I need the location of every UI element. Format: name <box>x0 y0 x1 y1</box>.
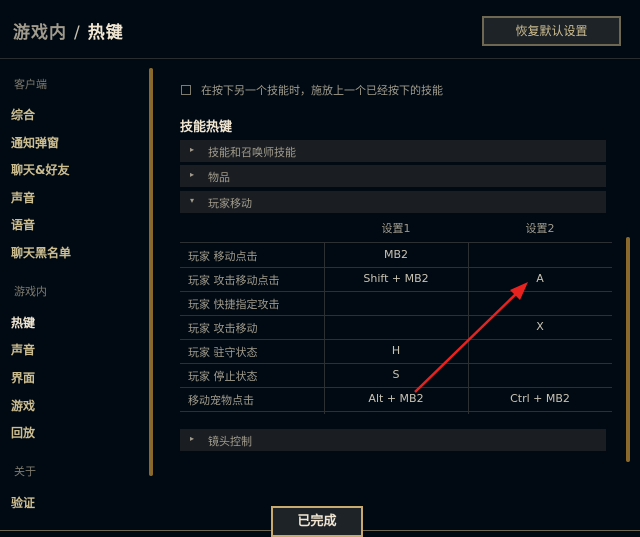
column-header-setting1: 设置1 <box>381 222 411 235</box>
sidebar-item-hotkeys[interactable]: 热键 <box>11 314 35 331</box>
key-slot-1[interactable]: S <box>324 368 468 381</box>
section-title: 技能热键 <box>180 120 233 135</box>
table-row: 玩家 攻击移动 X <box>180 315 612 340</box>
row-name: 玩家 攻击移动 <box>188 322 258 335</box>
key-slot-1[interactable]: Alt + MB2 <box>324 392 468 405</box>
sidebar-item-game[interactable]: 游戏 <box>11 397 35 414</box>
sidebar-item-blocklist[interactable]: 聊天黑名单 <box>11 244 71 261</box>
restore-defaults-button[interactable]: 恢复默认设置 <box>482 16 621 46</box>
table-row: 玩家 攻击移动点击 Shift + MB2 A <box>180 267 612 292</box>
breadcrumb-separator: / <box>74 23 81 43</box>
row-name: 移动宠物点击 <box>188 394 254 407</box>
key-slot-2[interactable]: A <box>468 272 612 285</box>
key-slot-1[interactable]: H <box>324 344 468 357</box>
breadcrumb: 游戏内 / 热键 <box>13 18 124 43</box>
key-slot-2[interactable]: X <box>468 320 612 333</box>
sidebar: 客户端 综合 通知弹窗 聊天&好友 声音 语音 聊天黑名单 游戏内 热键 声音 … <box>0 66 150 510</box>
sidebar-item-client-sound[interactable]: 声音 <box>11 189 35 206</box>
quick-cast-label: 在按下另一个技能时，施放上一个已经按下的技能 <box>201 84 443 97</box>
key-slot-1[interactable]: Shift + MB2 <box>324 272 468 285</box>
sidebar-scrollbar[interactable] <box>149 68 153 476</box>
page-title: 热键 <box>87 23 124 43</box>
accordion-label: 玩家移动 <box>208 197 252 210</box>
accordion-label: 镜头控制 <box>208 435 252 448</box>
accordion-player-movement[interactable]: ▾ 玩家移动 <box>180 191 606 213</box>
chevron-right-icon: ▸ <box>190 170 195 179</box>
table-row: 玩家 快捷指定攻击 <box>180 291 612 316</box>
row-name: 玩家 停止状态 <box>188 370 258 383</box>
row-name: 玩家 攻击移动点击 <box>188 274 280 287</box>
key-slot-2[interactable]: Ctrl + MB2 <box>468 392 612 405</box>
sidebar-item-notifications[interactable]: 通知弹窗 <box>11 134 59 151</box>
table-row: 玩家 移动点击 MB2 <box>180 243 612 268</box>
row-name: 玩家 驻守状态 <box>188 346 258 359</box>
sidebar-group-client: 客户端 <box>14 78 47 91</box>
hotkeys-panel: 在按下另一个技能时，施放上一个已经按下的技能 技能热键 ▸ 技能和召唤师技能 ▸… <box>170 66 620 486</box>
accordion-camera-control[interactable]: ▸ 镜头控制 <box>180 429 606 451</box>
breadcrumb-parent[interactable]: 游戏内 <box>13 23 67 43</box>
table-row: 玩家 驻守状态 H <box>180 339 612 364</box>
chevron-down-icon: ▾ <box>190 196 195 205</box>
sidebar-item-chat-friends[interactable]: 聊天&好友 <box>11 161 69 178</box>
accordion-items[interactable]: ▸ 物品 <box>180 165 606 187</box>
sidebar-item-verification[interactable]: 验证 <box>11 494 35 511</box>
sidebar-item-general[interactable]: 综合 <box>11 106 35 123</box>
sidebar-item-voice[interactable]: 语音 <box>11 216 35 233</box>
chevron-right-icon: ▸ <box>190 434 195 443</box>
done-button-frame: 已完成 <box>271 506 363 537</box>
accordion-abilities[interactable]: ▸ 技能和召唤师技能 <box>180 140 606 162</box>
column-header-setting2: 设置2 <box>525 222 555 235</box>
accordion-label: 物品 <box>208 171 230 184</box>
main-scrollbar[interactable] <box>626 237 630 462</box>
row-name: 玩家 移动点击 <box>188 250 258 263</box>
sidebar-item-replays[interactable]: 回放 <box>11 424 35 441</box>
sidebar-item-game-sound[interactable]: 声音 <box>11 341 35 358</box>
done-button[interactable]: 已完成 <box>273 508 361 535</box>
quick-cast-checkbox[interactable] <box>181 85 191 95</box>
chevron-right-icon: ▸ <box>190 145 195 154</box>
header: 游戏内 / 热键 恢复默认设置 <box>0 0 640 58</box>
sidebar-group-ingame: 游戏内 <box>14 285 47 298</box>
quick-cast-option[interactable]: 在按下另一个技能时，施放上一个已经按下的技能 <box>181 82 443 98</box>
header-divider <box>0 58 640 59</box>
table-row: 玩家 停止状态 S <box>180 363 612 388</box>
row-name: 玩家 快捷指定攻击 <box>188 298 280 311</box>
sidebar-item-interface[interactable]: 界面 <box>11 369 35 386</box>
key-slot-1[interactable]: MB2 <box>324 248 468 261</box>
table-row: 移动宠物点击 Alt + MB2 Ctrl + MB2 <box>180 387 612 412</box>
accordion-label: 技能和召唤师技能 <box>208 146 296 159</box>
sidebar-group-about: 关于 <box>14 465 36 478</box>
